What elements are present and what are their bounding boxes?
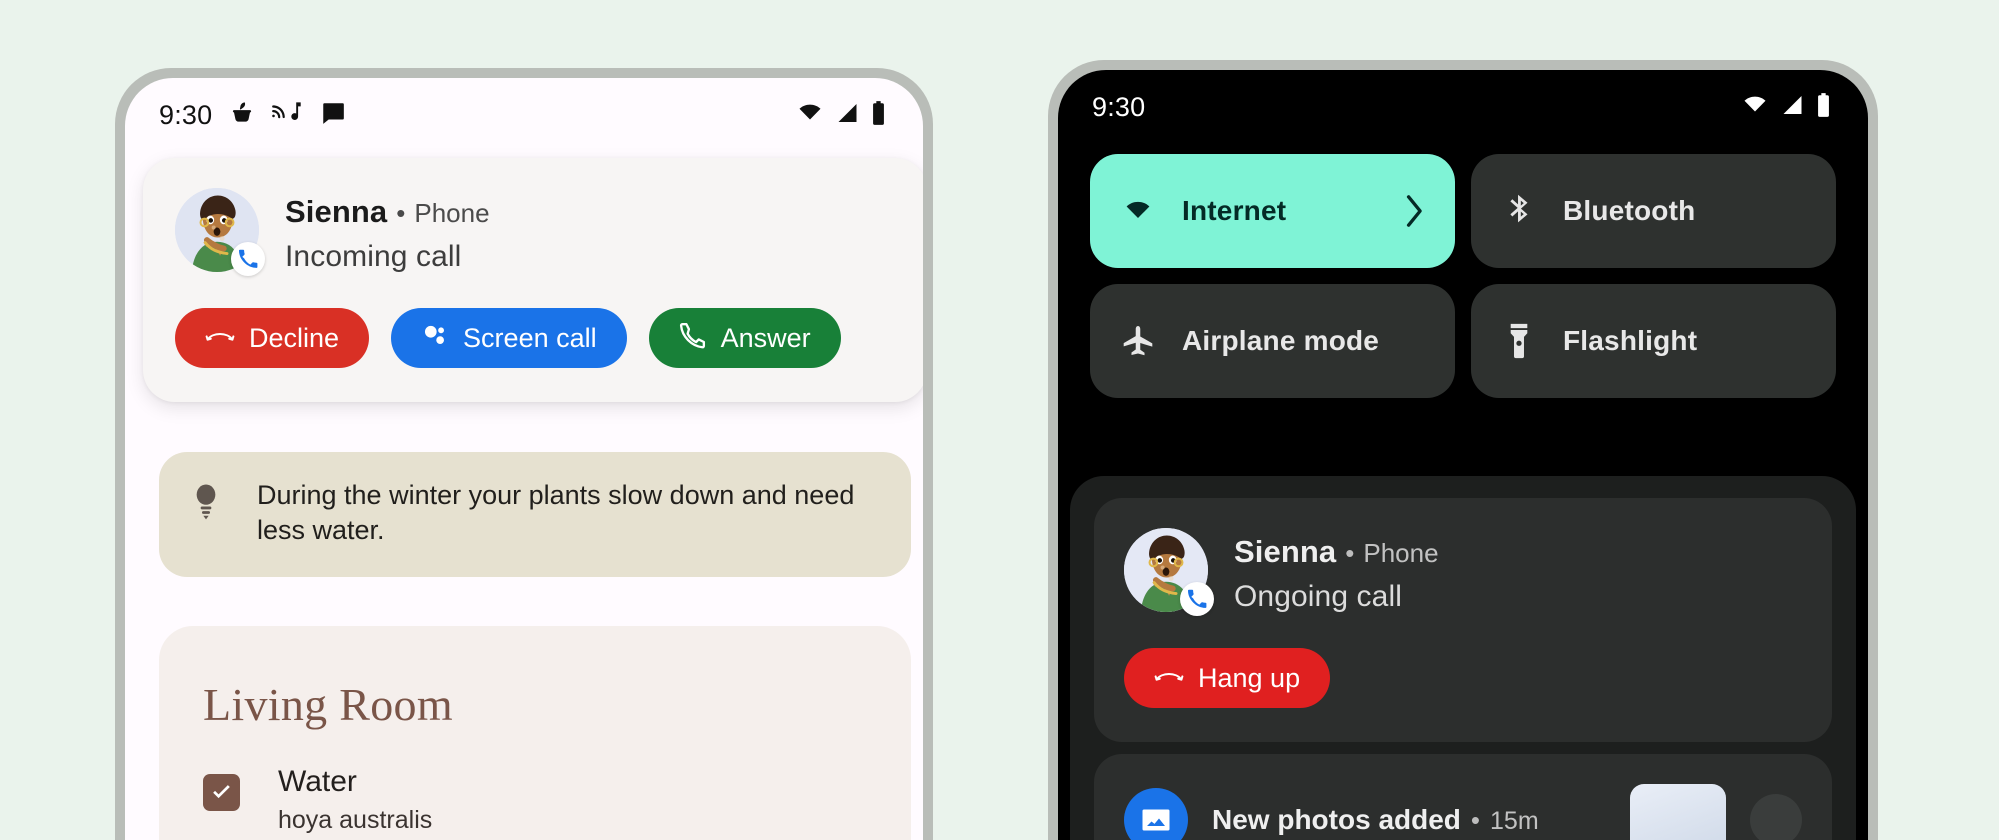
google-photos-icon xyxy=(1124,788,1188,840)
call-header: Sienna • Phone Incoming call xyxy=(175,188,895,276)
task-subtitle: hoya australis xyxy=(278,806,433,834)
left-phone-body: During the winter your plants slow down … xyxy=(125,152,923,840)
notification-shade: Sienna • Phone Ongoing call Hang up New … xyxy=(1070,476,1856,840)
flashlight-icon xyxy=(1499,321,1539,361)
photo-thumbnail-round[interactable] xyxy=(1750,794,1802,840)
plant-illustration xyxy=(691,822,911,840)
call-icon xyxy=(679,321,707,356)
photos-title-row: New photos added • 15m xyxy=(1212,804,1606,836)
call-action-buttons: Hang up xyxy=(1124,648,1802,708)
task-label: Water xyxy=(278,765,357,798)
hang-up-label: Hang up xyxy=(1198,662,1301,693)
call-status-text: Ongoing call xyxy=(1234,580,1402,613)
cellular-signal-icon xyxy=(834,101,861,130)
wifi-icon xyxy=(795,101,825,130)
right-phone-screen: 9:30 Internet Bluetooth Airplane mode Fl… xyxy=(1058,70,1868,840)
left-phone-screen: 9:30 During the winter your plants slow … xyxy=(125,78,923,840)
qs-tile-flashlight[interactable]: Flashlight xyxy=(1471,284,1836,398)
screenshot-stage: 9:30 During the winter your plants slow … xyxy=(0,0,1999,840)
qs-tile-bluetooth[interactable]: Bluetooth xyxy=(1471,154,1836,268)
plant-tip-card: During the winter your plants slow down … xyxy=(159,452,911,578)
contact-name: Sienna xyxy=(1234,534,1337,569)
incoming-call-notification[interactable]: Sienna • Phone Incoming call Decline Scr… xyxy=(143,158,923,402)
living-room-card: Living Room Water hoya australis xyxy=(159,626,911,840)
separator-dot: • xyxy=(1470,805,1481,835)
hang-up-button[interactable]: Hang up xyxy=(1124,648,1331,708)
call-title-row: Sienna • Phone xyxy=(1234,534,1439,570)
decline-button[interactable]: Decline xyxy=(175,308,370,368)
avatar xyxy=(1124,528,1214,616)
call-title-row: Sienna • Phone xyxy=(285,194,490,230)
photos-timestamp: 15m xyxy=(1490,807,1539,835)
message-icon xyxy=(319,100,347,131)
task-text: Water hoya australis xyxy=(278,765,432,835)
ongoing-call-notification[interactable]: Sienna • Phone Ongoing call Hang up xyxy=(1094,498,1832,742)
chevron-right-icon[interactable] xyxy=(1403,193,1427,229)
call-end-icon xyxy=(1154,663,1184,694)
status-clock: 9:30 xyxy=(1092,91,1146,122)
phone-app-icon xyxy=(231,242,265,276)
right-status-bar: 9:30 xyxy=(1058,70,1868,144)
right-phone-body: Internet Bluetooth Airplane mode Flashli… xyxy=(1058,144,1868,840)
bluetooth-icon xyxy=(1499,191,1539,231)
call-end-icon xyxy=(205,323,235,354)
living-room-title: Living Room xyxy=(203,679,453,730)
cast-audio-icon xyxy=(272,100,302,131)
answer-button[interactable]: Answer xyxy=(648,308,841,368)
separator-dot: • xyxy=(1345,538,1355,568)
left-status-bar: 9:30 xyxy=(125,78,923,152)
checkbox-checked-icon[interactable] xyxy=(203,774,240,811)
call-header: Sienna • Phone Ongoing call xyxy=(1124,528,1802,616)
assistant-icon xyxy=(421,321,449,356)
photos-title: New photos added xyxy=(1212,804,1461,835)
wifi-icon xyxy=(1118,191,1158,231)
contact-name: Sienna xyxy=(285,194,388,229)
decline-label: Decline xyxy=(249,322,340,353)
left-phone-frame: 9:30 During the winter your plants slow … xyxy=(115,68,933,840)
wifi-icon xyxy=(1740,93,1770,122)
airplane-icon xyxy=(1118,321,1158,361)
app-name: Phone xyxy=(1363,538,1439,568)
plant-pot-icon xyxy=(229,100,255,131)
qs-tile-internet[interactable]: Internet xyxy=(1090,154,1455,268)
phone-app-icon xyxy=(1180,582,1214,616)
call-status-text: Incoming call xyxy=(285,240,462,273)
quick-settings-grid: Internet Bluetooth Airplane mode Flashli… xyxy=(1058,144,1868,398)
battery-icon xyxy=(1815,92,1832,123)
app-name: Phone xyxy=(414,198,490,228)
screen-call-label: Screen call xyxy=(463,322,597,353)
qs-label-internet: Internet xyxy=(1182,195,1287,226)
right-phone-frame: 9:30 Internet Bluetooth Airplane mode Fl… xyxy=(1048,60,1878,840)
photos-text-block: New photos added • 15m xyxy=(1212,804,1606,836)
photo-thumbnail[interactable] xyxy=(1630,784,1726,840)
status-clock: 9:30 xyxy=(159,99,213,130)
answer-label: Answer xyxy=(720,322,811,353)
qs-label-bluetooth: Bluetooth xyxy=(1563,195,1696,226)
qs-label-airplane-mode: Airplane mode xyxy=(1182,325,1380,356)
call-text-block: Sienna • Phone Ongoing call xyxy=(1234,528,1439,614)
photos-notification[interactable]: New photos added • 15m xyxy=(1094,754,1832,840)
qs-label-flashlight: Flashlight xyxy=(1563,325,1698,356)
call-action-buttons: Decline Screen call Answer xyxy=(175,308,895,368)
screen-call-button[interactable]: Screen call xyxy=(391,308,627,368)
call-text-block: Sienna • Phone Incoming call xyxy=(285,188,490,274)
separator-dot: • xyxy=(396,198,406,228)
cellular-signal-icon xyxy=(1779,93,1806,122)
avatar xyxy=(175,188,265,276)
plant-tip-text: During the winter your plants slow down … xyxy=(257,480,855,545)
qs-tile-airplane-mode[interactable]: Airplane mode xyxy=(1090,284,1455,398)
battery-icon xyxy=(870,100,887,131)
lightbulb-icon xyxy=(189,478,231,527)
